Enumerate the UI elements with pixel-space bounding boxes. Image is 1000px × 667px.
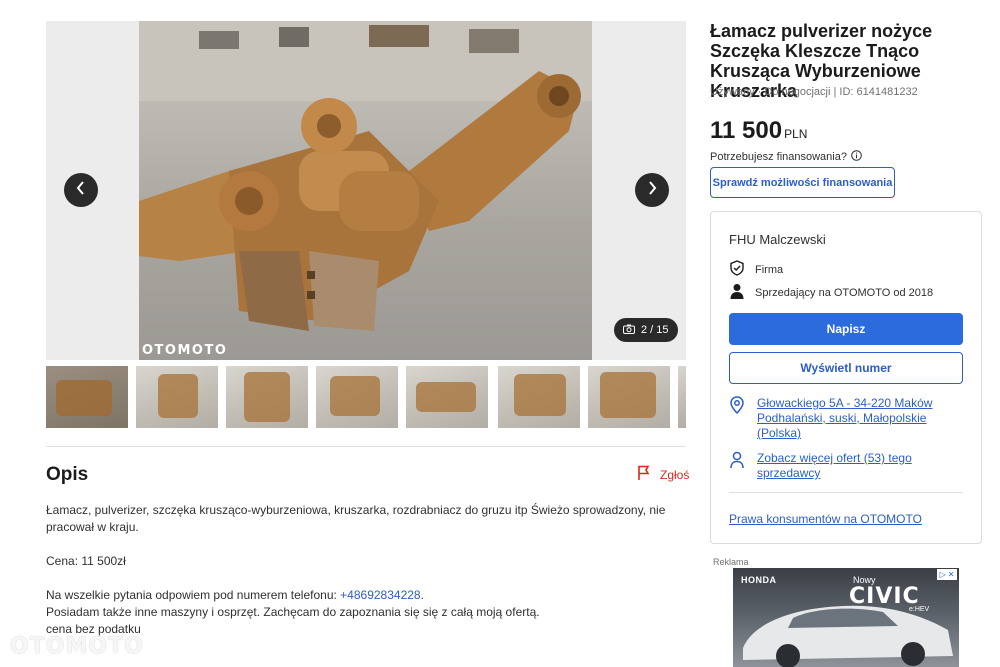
- thumbnail-2[interactable]: [136, 366, 218, 428]
- financing-question: Potrzebujesz finansowania?: [710, 150, 862, 164]
- thumbnail-3[interactable]: [226, 366, 308, 428]
- description-line: Łamacz, pulverizer, szczęka krusząco-wyb…: [46, 503, 666, 534]
- user-outline-icon: [729, 451, 745, 474]
- thumbnail-strip: [46, 366, 686, 428]
- report-label: Zgłoś: [660, 467, 690, 482]
- description-line: Cena: 11 500zł: [46, 554, 126, 568]
- show-phone-button[interactable]: Wyświetl numer: [729, 352, 963, 384]
- advertisement[interactable]: HONDA Nowy CIVIC e:HEV ▷ ✕: [733, 568, 959, 667]
- price-currency: PLN: [784, 127, 808, 141]
- thumbnail-5[interactable]: [406, 366, 488, 428]
- photo-counter-text: 2 / 15: [641, 324, 669, 336]
- seller-type-row: Firma: [729, 260, 783, 279]
- previous-photo-button[interactable]: [64, 173, 98, 207]
- seller-since: Sprzedający na OTOMOTO od 2018: [755, 286, 934, 299]
- seller-card: FHU Malczewski Firma Sprzedający na OTOM…: [710, 211, 982, 544]
- description-line-text: Na wszelkie pytania odpowiem pod numerem…: [46, 588, 341, 602]
- main-photo[interactable]: [139, 21, 592, 360]
- ad-close-button[interactable]: ▷ ✕: [937, 569, 957, 580]
- photo-counter[interactable]: 2 / 15: [614, 318, 678, 342]
- report-button[interactable]: Zgłoś: [636, 465, 689, 484]
- thumbnail-8[interactable]: [678, 366, 686, 428]
- more-offers-row: Zobacz więcej ofert (53) tego sprzedawcy: [729, 451, 947, 481]
- thumbnail-4[interactable]: [316, 366, 398, 428]
- description-line-text: .: [420, 588, 424, 602]
- site-watermark: OTOMOTO: [10, 634, 144, 659]
- address-row: Głowackiego 5A - 34-220 Maków Podhalańsk…: [729, 396, 947, 441]
- more-offers-link[interactable]: Zobacz więcej ofert (53) tego sprzedawcy: [757, 451, 947, 481]
- description-text: Łamacz, pulverizer, szczęka krusząco-wyb…: [46, 502, 676, 638]
- flag-icon: [636, 465, 652, 484]
- seller-name: FHU Malczewski: [729, 232, 826, 247]
- next-photo-button[interactable]: [635, 173, 669, 207]
- camera-icon: [623, 324, 635, 337]
- ad-label: Reklama: [713, 557, 749, 567]
- machine-illustration: [139, 21, 592, 331]
- ad-info-icon: ▷: [939, 570, 946, 579]
- shield-check-icon: [729, 260, 745, 279]
- seller-address-link[interactable]: Głowackiego 5A - 34-220 Maków Podhalańsk…: [757, 396, 947, 441]
- card-divider: [729, 492, 963, 493]
- ad-brand: HONDA: [741, 575, 777, 585]
- description-line: Na wszelkie pytania odpowiem pod numerem…: [46, 587, 676, 604]
- price-value: 11 500: [710, 117, 783, 144]
- photo-watermark: OTOMOTO: [142, 343, 228, 358]
- seller-type: Firma: [755, 263, 784, 276]
- financing-button[interactable]: Sprawdź możliwości finansowania: [710, 167, 895, 198]
- location-pin-icon: [729, 396, 745, 419]
- thumbnail-6[interactable]: [498, 366, 580, 428]
- person-icon: [729, 283, 745, 302]
- financing-question-text: Potrzebujesz finansowania?: [710, 151, 847, 163]
- description-line: Posiadam także inne maszyny i osprzęt. Z…: [46, 605, 540, 619]
- consumer-rights-link[interactable]: Prawa konsumentów na OTOMOTO: [729, 512, 922, 526]
- chevron-left-icon: [75, 180, 87, 200]
- ad-variant: e:HEV: [909, 606, 930, 613]
- image-gallery[interactable]: OTOMOTO 2 / 15: [46, 21, 686, 360]
- thumbnail-1[interactable]: [46, 366, 128, 428]
- section-divider: [46, 446, 686, 447]
- description-heading: Opis: [46, 464, 89, 485]
- price: 11 500 PLN: [710, 117, 807, 145]
- info-icon[interactable]: [851, 150, 862, 164]
- write-message-button[interactable]: Napisz: [729, 313, 963, 345]
- seller-since-row: Sprzedający na OTOMOTO od 2018: [729, 283, 933, 302]
- thumbnail-7[interactable]: [588, 366, 670, 428]
- close-icon: ✕: [947, 570, 955, 579]
- listing-meta: Używany · Do negocjacji | ID: 6141481232: [710, 86, 918, 98]
- chevron-right-icon: [646, 180, 658, 200]
- phone-link[interactable]: +48692834228: [340, 588, 420, 602]
